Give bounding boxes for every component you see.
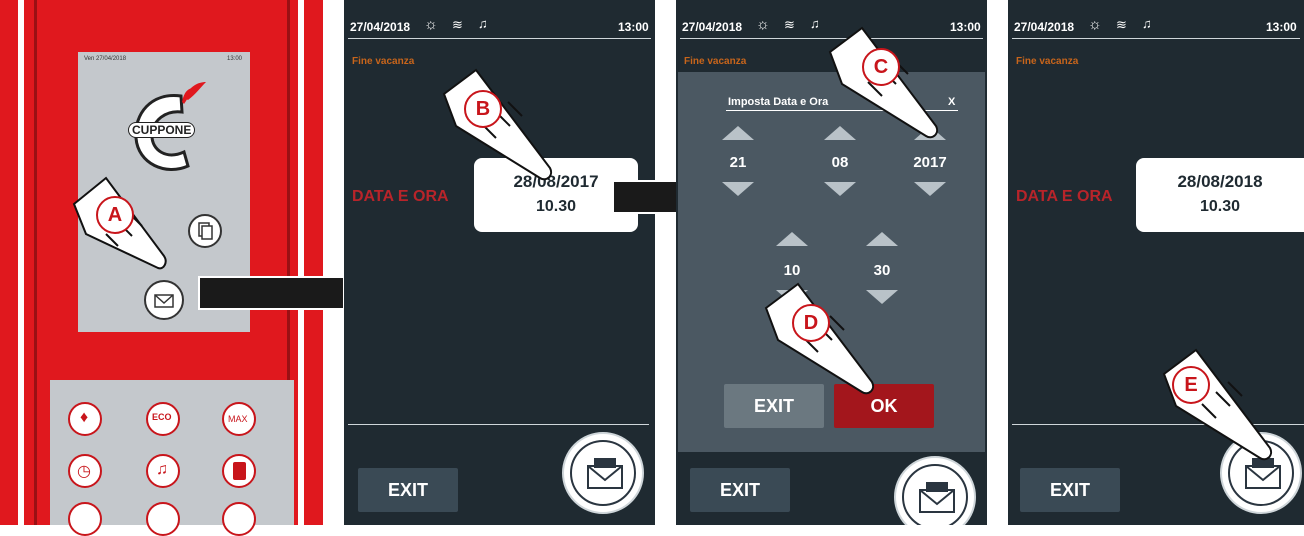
clock-button[interactable]: ◷	[68, 454, 102, 488]
bell-icon: ♫	[1142, 16, 1152, 31]
bell-icon: ♫	[478, 16, 488, 31]
year-value: 2017	[913, 154, 947, 171]
device-screen-date: Ven 27/04/2018	[84, 56, 127, 62]
document-button[interactable]	[222, 454, 256, 488]
device-panel: Ven 27/04/2018 13:00 CUPPONE ♦ ECO MAX ◷…	[0, 0, 323, 536]
envelope-icon	[902, 464, 968, 525]
device-controls: ♦ ECO MAX ◷ ♫	[50, 380, 294, 536]
step-badge-e: E	[1172, 366, 1210, 404]
heat-icon: ≋	[1116, 17, 1127, 32]
status-divider	[348, 38, 651, 39]
status-divider	[1012, 38, 1300, 39]
device-stripe-left	[18, 0, 24, 525]
day-up-arrow[interactable]	[722, 126, 754, 140]
flame-button[interactable]: ♦	[68, 402, 102, 436]
step-badge-c: C	[862, 48, 900, 86]
step-badge-b: B	[464, 90, 502, 128]
eco-label: ECO	[152, 412, 172, 422]
clock-icon: ◷	[77, 463, 91, 480]
exit-button[interactable]: EXIT	[690, 468, 790, 512]
hour-up-arrow[interactable]	[776, 232, 808, 246]
brand-logo: CUPPONE	[126, 78, 210, 178]
status-date: 27/04/2018	[682, 20, 743, 34]
flow-arrow-1	[198, 276, 352, 310]
envelope-icon	[570, 440, 636, 506]
date-time-card[interactable]: 28/08/2018 10.30	[1136, 158, 1304, 232]
bottom-divider	[348, 424, 649, 425]
hand-pointer-icon	[824, 26, 954, 156]
bell-icon: ♫	[156, 461, 168, 478]
day-down-arrow[interactable]	[722, 182, 754, 196]
max-label: MAX	[228, 414, 248, 424]
extra-button-3[interactable]	[222, 502, 256, 536]
light-icon: ☼	[1088, 16, 1102, 33]
dialog-title: Imposta Data e Ora	[728, 96, 829, 108]
status-time: 13:00	[1266, 20, 1297, 34]
subtitle: Fine vacanza	[684, 56, 747, 67]
hand-pointer-icon	[1158, 348, 1288, 478]
data-ora-label: DATA E ORA	[352, 188, 449, 205]
subtitle: Fine vacanza	[352, 56, 415, 67]
status-time: 13:00	[950, 20, 981, 34]
status-date: 27/04/2018	[350, 20, 411, 34]
exit-button[interactable]: EXIT	[358, 468, 458, 512]
status-time: 13:00	[618, 20, 649, 34]
minute-value: 30	[873, 262, 891, 279]
subtitle: Fine vacanza	[1016, 56, 1079, 67]
recipes-icon[interactable]	[188, 214, 222, 248]
hand-pointer-icon	[66, 174, 176, 294]
month-value: 08	[831, 154, 849, 171]
date-value: 28/08/2018	[1177, 172, 1263, 191]
extra-button-2[interactable]	[146, 502, 180, 536]
screen-panel-3: 27/04/2018 ☼ ≋ ♫ 13:00 Fine vacanza Impo…	[676, 0, 987, 525]
heat-icon: ≋	[784, 17, 795, 32]
light-icon: ☼	[756, 16, 770, 33]
document-icon	[233, 462, 246, 480]
data-ora-label: DATA E ORA	[1016, 188, 1113, 205]
hour-value: 10	[783, 262, 801, 279]
heat-icon: ≋	[452, 17, 463, 32]
device-border-left	[34, 0, 37, 525]
device-screen-time: 13:00	[226, 56, 242, 62]
bell-icon: ♫	[810, 16, 820, 31]
hand-pointer-icon	[760, 282, 890, 412]
flame-icon: ♦	[80, 409, 89, 426]
extra-button-1[interactable]	[68, 502, 102, 536]
hand-pointer-icon	[438, 68, 568, 198]
step-badge-d: D	[792, 304, 830, 342]
status-date: 27/04/2018	[1014, 20, 1075, 34]
exit-button[interactable]: EXIT	[1020, 468, 1120, 512]
bell-button[interactable]: ♫	[146, 454, 180, 488]
minute-up-arrow[interactable]	[866, 232, 898, 246]
year-down-arrow[interactable]	[914, 182, 946, 196]
device-stripe-right	[298, 0, 304, 525]
max-button[interactable]: MAX	[222, 402, 256, 436]
screen-panel-2: 27/04/2018 ☼ ≋ ♫ 13:00 Fine vacanza DATA…	[344, 0, 655, 525]
eco-button[interactable]: ECO	[146, 402, 180, 436]
step-badge-a: A	[96, 196, 134, 234]
month-down-arrow[interactable]	[824, 182, 856, 196]
screen-panel-4: 27/04/2018 ☼ ≋ ♫ 13:00 Fine vacanza DATA…	[1008, 0, 1304, 525]
confirm-envelope-button[interactable]	[894, 456, 976, 525]
confirm-envelope-button[interactable]	[562, 432, 644, 514]
brand-logo-text: CUPPONE	[128, 122, 196, 138]
light-icon: ☼	[424, 16, 438, 33]
day-value: 21	[729, 154, 747, 171]
time-value: 10.30	[1199, 198, 1241, 215]
